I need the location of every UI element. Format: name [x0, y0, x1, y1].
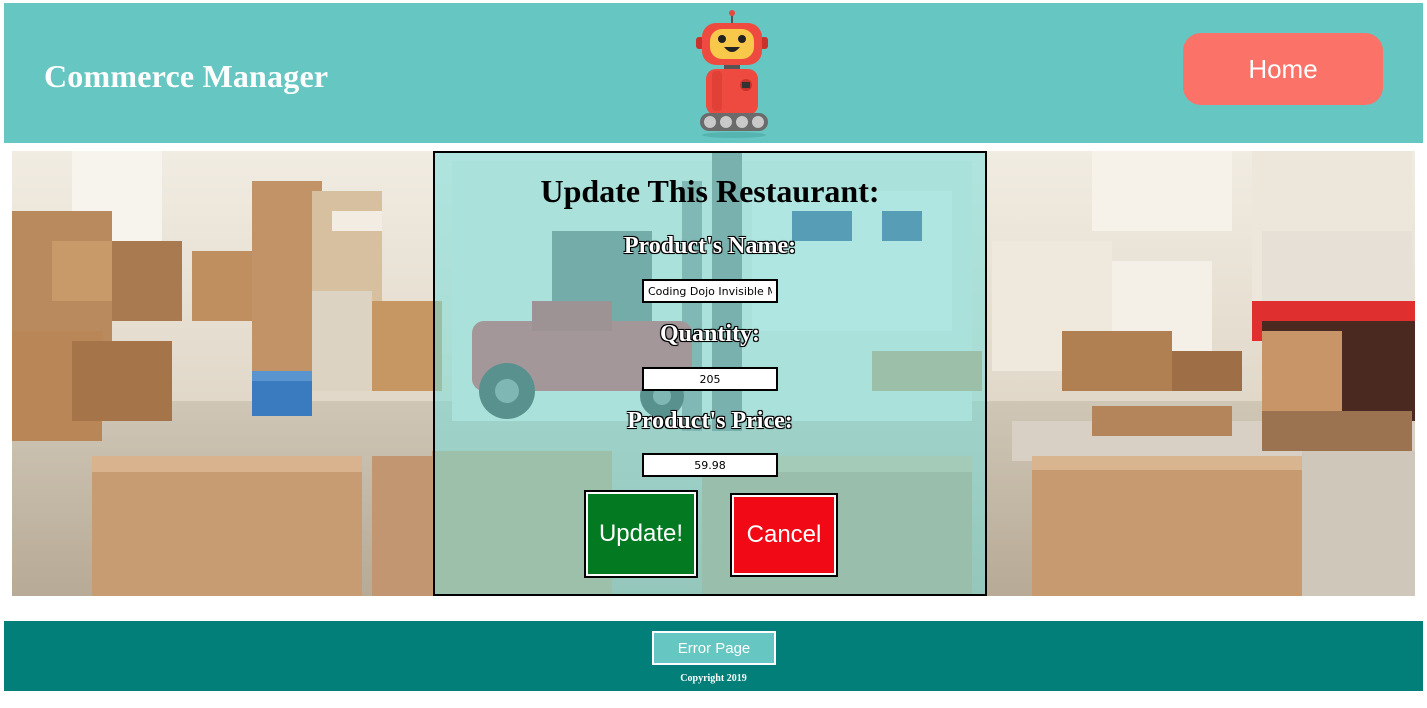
brand-title: Commerce Manager [44, 58, 329, 94]
site-header: Commerce Manager Home [4, 3, 1423, 143]
product-price-input[interactable] [642, 453, 778, 477]
product-name-label: Product's Name: [623, 233, 797, 259]
error-page-button[interactable]: Error Page [652, 631, 776, 665]
robot-icon [696, 10, 768, 138]
update-button[interactable]: Update! [584, 490, 698, 578]
copyright-text: Copyright 2019 [680, 673, 747, 684]
quantity-label: Quantity: [659, 321, 760, 347]
product-name-input[interactable] [642, 279, 778, 303]
update-form-panel: Update This Restaurant: Product's Name: … [433, 151, 987, 596]
product-price-label: Product's Price: [627, 408, 793, 434]
home-button[interactable]: Home [1183, 33, 1383, 105]
form-title: Update This Restaurant: [540, 173, 880, 209]
cancel-button[interactable]: Cancel [730, 493, 838, 577]
site-footer: Error Page Copyright 2019 [4, 621, 1423, 691]
quantity-input[interactable] [642, 367, 778, 391]
